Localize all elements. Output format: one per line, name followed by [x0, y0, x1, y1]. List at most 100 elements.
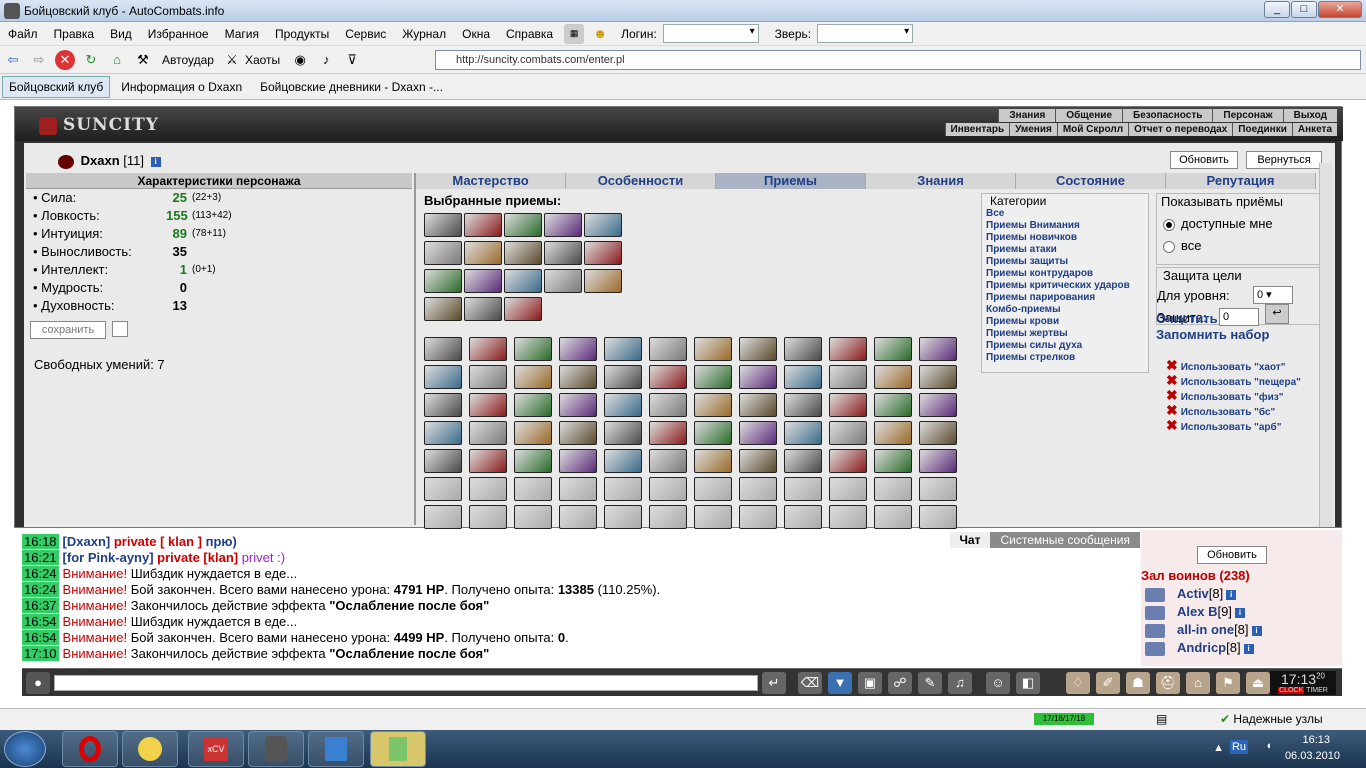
skill-icon[interactable] — [919, 421, 957, 445]
skill-icon[interactable] — [874, 505, 912, 529]
category-link[interactable]: Приемы контрударов — [986, 268, 1093, 279]
skill-icon[interactable] — [694, 393, 732, 417]
skill-icon[interactable] — [649, 337, 687, 361]
skill-icon[interactable] — [649, 449, 687, 473]
lang-indicator[interactable]: Ru — [1229, 740, 1248, 754]
menu-service[interactable]: Сервис — [337, 27, 394, 41]
skill-icon[interactable] — [829, 393, 867, 417]
skill-icon[interactable] — [469, 421, 507, 445]
start-button[interactable] — [4, 731, 46, 767]
nav-communication[interactable]: Общение — [1055, 109, 1122, 122]
category-link[interactable]: Приемы крови — [986, 316, 1059, 327]
skill-icon[interactable] — [469, 477, 507, 501]
menu-edit[interactable]: Правка — [46, 27, 103, 41]
chat-input[interactable] — [54, 675, 758, 691]
skill-icon[interactable] — [604, 393, 642, 417]
skill-icon[interactable] — [604, 421, 642, 445]
skill-icon[interactable] — [424, 213, 462, 237]
tools-icon[interactable]: ⚒ — [133, 50, 153, 70]
skill-icon[interactable] — [694, 477, 732, 501]
smiles-icon[interactable]: ☺ — [986, 672, 1010, 694]
radio-all[interactable] — [1163, 240, 1175, 253]
tab-chat[interactable]: Чат — [949, 532, 991, 548]
skill-icon[interactable] — [784, 505, 822, 529]
skill-icon[interactable] — [559, 365, 597, 389]
autoudar-button[interactable]: Автоудар — [162, 53, 214, 67]
skill-icon[interactable] — [784, 393, 822, 417]
skill-icon[interactable] — [604, 365, 642, 389]
haoty-button[interactable]: Хаоты — [245, 53, 280, 67]
skill-icon[interactable] — [694, 337, 732, 361]
skill-icon[interactable] — [694, 449, 732, 473]
nav-inventory[interactable]: Инвентарь — [944, 123, 1010, 136]
skill-icon[interactable] — [649, 365, 687, 389]
skill-icon[interactable] — [784, 477, 822, 501]
skill-icon[interactable] — [874, 421, 912, 445]
level-select[interactable]: 0 ▾ — [1253, 286, 1293, 304]
skill-icon[interactable] — [424, 393, 462, 417]
tab-knowledge[interactable]: Знания — [866, 173, 1016, 189]
category-link[interactable]: Приемы защиты — [986, 256, 1068, 267]
taskbar-chat[interactable] — [122, 731, 178, 767]
menu-journal[interactable]: Журнал — [394, 27, 454, 41]
player-entry[interactable]: Alex B[9] i — [1177, 604, 1245, 619]
skill-icon[interactable] — [784, 449, 822, 473]
chat-menu-icon[interactable]: ● — [26, 672, 50, 694]
skill-icon[interactable] — [584, 241, 622, 265]
skill-icon[interactable] — [544, 213, 582, 237]
skill-icon[interactable] — [504, 297, 542, 321]
skill-icon[interactable] — [514, 337, 552, 361]
skill-icon[interactable] — [829, 365, 867, 389]
forward-icon[interactable]: ⇨ — [29, 50, 49, 70]
player-status-icon[interactable] — [1145, 588, 1165, 602]
taskbar-app[interactable] — [370, 731, 426, 767]
skill-icon[interactable] — [504, 213, 542, 237]
skill-icon[interactable] — [424, 477, 462, 501]
show-available[interactable]: доступные мне — [1163, 216, 1273, 231]
brb-icon[interactable]: ▦ — [564, 23, 585, 44]
nav-scroll[interactable]: Мой Скролл — [1056, 123, 1128, 136]
skill-icon[interactable] — [559, 477, 597, 501]
skill-icon[interactable] — [464, 297, 502, 321]
skill-icon[interactable] — [919, 337, 957, 361]
delete-icon[interactable]: ✖ — [1166, 372, 1178, 388]
scroll-icon[interactable]: ✐ — [1096, 672, 1120, 694]
private-icon[interactable]: ✎ — [918, 672, 942, 694]
nav-security[interactable]: Безопасность — [1122, 109, 1212, 122]
skill-icon[interactable] — [424, 269, 462, 293]
skill-icon[interactable] — [464, 213, 502, 237]
info-icon[interactable]: i — [150, 156, 161, 167]
skill-icon[interactable] — [694, 421, 732, 445]
tab-features[interactable]: Особенности — [566, 173, 716, 189]
skill-icon[interactable] — [784, 421, 822, 445]
menu-products[interactable]: Продукты — [267, 27, 337, 41]
skill-icon[interactable] — [829, 449, 867, 473]
volume-icon[interactable]: ◖ — [1265, 740, 1272, 752]
skill-icon[interactable] — [514, 393, 552, 417]
skill-icon[interactable] — [544, 269, 582, 293]
skill-icon[interactable] — [649, 393, 687, 417]
menu-file[interactable]: Файл — [0, 27, 46, 41]
tray-date[interactable]: 06.03.2010 — [1285, 750, 1340, 762]
remember-link[interactable]: Запомнить набор — [1156, 327, 1269, 342]
delete-icon[interactable]: ✖ — [1166, 387, 1178, 403]
category-link[interactable]: Все — [986, 208, 1004, 219]
skill-icon[interactable] — [424, 241, 462, 265]
tab-reputation[interactable]: Репутация — [1166, 173, 1316, 189]
category-link[interactable]: Приемы Внимания — [986, 220, 1080, 231]
nav-fights[interactable]: Поединки — [1232, 123, 1292, 136]
skill-icon[interactable] — [829, 505, 867, 529]
radio-available[interactable] — [1163, 218, 1175, 231]
tray-time[interactable]: 16:13 — [1302, 734, 1330, 746]
player-entry[interactable]: all-in one[8] i — [1177, 622, 1262, 637]
bag-icon[interactable]: ⌂ — [1186, 672, 1210, 694]
tab-info[interactable]: Информация о Dxaxn — [114, 76, 249, 98]
nav-skills[interactable]: Умения — [1009, 123, 1057, 136]
tab-fight-club[interactable]: Бойцовский клуб — [2, 75, 111, 98]
save-log-icon[interactable]: ▣ — [858, 672, 882, 694]
delete-icon[interactable]: ✖ — [1166, 357, 1178, 373]
skill-icon[interactable] — [604, 449, 642, 473]
skill-icon[interactable] — [604, 337, 642, 361]
player-entry[interactable]: Andricp[8] i — [1177, 640, 1254, 655]
skill-icon[interactable] — [739, 365, 777, 389]
